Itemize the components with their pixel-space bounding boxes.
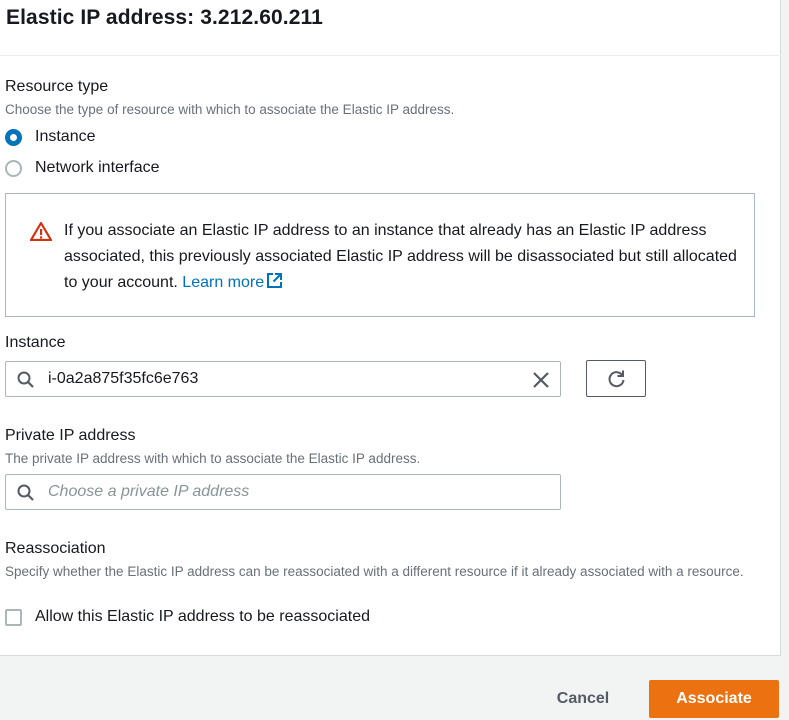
external-link-icon[interactable] <box>266 272 283 289</box>
radio-network-interface[interactable] <box>5 160 22 177</box>
cancel-button[interactable]: Cancel <box>540 680 626 718</box>
associate-button[interactable]: Associate <box>649 680 779 718</box>
instance-value[interactable]: i-0a2a875f35fc6e763 <box>48 370 198 388</box>
learn-more-label[interactable]: Learn more <box>182 274 264 291</box>
alert-message: If you associate an Elastic IP address t… <box>64 218 744 296</box>
alert-text: If you associate an Elastic IP address t… <box>64 222 737 291</box>
reassociation-label: Reassociation <box>5 540 106 557</box>
learn-more-link[interactable]: Learn more <box>182 272 283 291</box>
private-ip-placeholder[interactable]: Choose a private IP address <box>48 483 249 501</box>
reassociation-description: Specify whether the Elastic IP address c… <box>5 564 744 579</box>
search-icon <box>17 371 34 388</box>
refresh-icon[interactable] <box>606 369 628 389</box>
reassociate-checkbox[interactable] <box>5 609 22 626</box>
reassociate-checkbox-label[interactable]: Allow this Elastic IP address to be reas… <box>35 608 370 626</box>
instance-search-input[interactable]: i-0a2a875f35fc6e763 <box>5 361 561 397</box>
page-title: Elastic IP address: 3.212.60.211 <box>6 6 323 29</box>
radio-instance[interactable] <box>5 129 22 146</box>
resource-type-description: Choose the type of resource with which t… <box>5 102 455 117</box>
refresh-button[interactable] <box>586 360 646 397</box>
warning-alert: If you associate an Elastic IP address t… <box>5 193 755 317</box>
panel-header: Elastic IP address: 3.212.60.211 <box>0 0 781 56</box>
warning-triangle-icon <box>30 221 52 241</box>
instance-label: Instance <box>5 334 66 351</box>
private-ip-description: The private IP address with which to ass… <box>5 451 421 466</box>
search-icon <box>17 484 34 501</box>
radio-instance-label[interactable]: Instance <box>35 128 95 146</box>
private-ip-label: Private IP address <box>5 427 136 444</box>
associate-eip-panel: Elastic IP address: 3.212.60.211 Resourc… <box>0 0 781 656</box>
private-ip-input[interactable]: Choose a private IP address <box>5 474 561 510</box>
resource-type-label: Resource type <box>5 78 109 95</box>
radio-network-interface-label[interactable]: Network interface <box>35 159 160 177</box>
clear-icon[interactable] <box>532 371 550 389</box>
